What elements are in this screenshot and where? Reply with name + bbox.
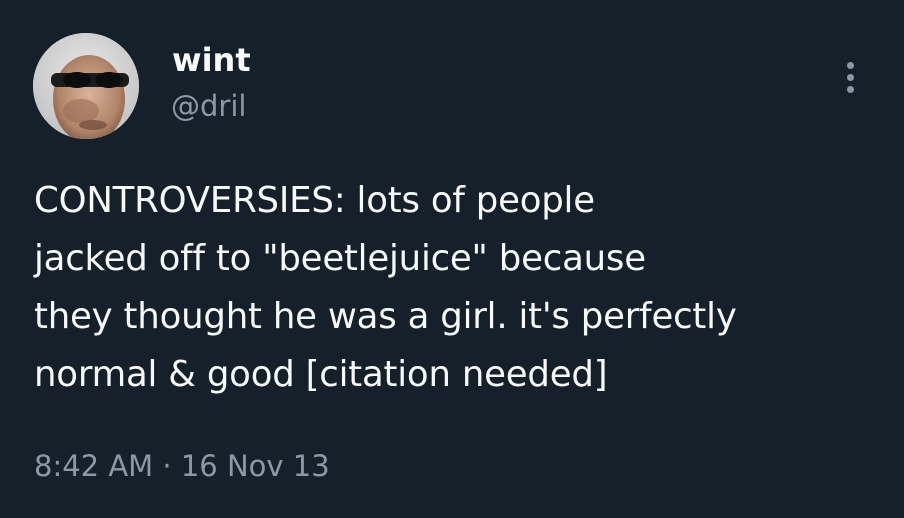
dot-icon [847,86,854,93]
tweet-date[interactable]: 16 Nov 13 [181,449,330,483]
more-options-icon[interactable] [838,60,864,96]
tweet-text: CONTROVERSIES: lots of people jacked off… [34,172,874,404]
meta-separator: · [162,449,172,483]
profile-photo-icon [33,33,139,139]
tweet-text-line: normal & good [citation needed] [34,354,608,395]
dot-icon [847,74,854,81]
author-display-name[interactable]: wint [172,40,251,80]
tweet-text-line: jacked off to "beetlejuice" because [34,238,646,279]
tweet-text-line: CONTROVERSIES: lots of people [34,180,595,221]
tweet-text-line: they thought he was a girl. it's perfect… [34,296,737,337]
tweet-time[interactable]: 8:42 AM [34,449,153,483]
author-handle[interactable]: @dril [171,88,246,124]
tweet-timestamp[interactable]: 8:42 AM · 16 Nov 13 [34,446,330,486]
dot-icon [847,62,854,69]
tweet-card: wint @dril CONTROVERSIES: lots of people… [0,0,904,518]
avatar[interactable] [33,33,139,139]
